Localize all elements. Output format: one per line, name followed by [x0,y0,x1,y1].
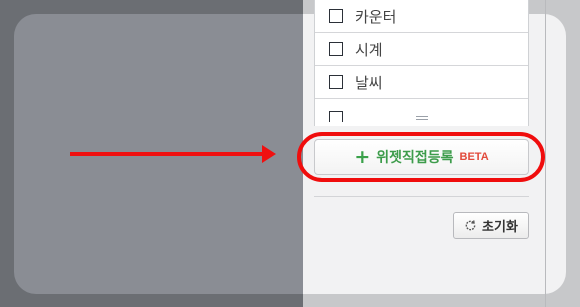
list-resize-handle[interactable] [315,110,528,126]
screenshot-stage: 카운터 시계 날씨 + 위젯직접등록 BETA 초기화 [0,0,580,307]
reset-button[interactable]: 초기화 [453,212,529,239]
widget-label: 카운터 [355,7,397,26]
widget-checkbox[interactable] [329,42,343,56]
widget-checklist: 카운터 시계 날씨 [314,0,529,126]
annotation-highlight-ellipse [297,132,545,182]
section-divider [314,196,529,197]
list-item[interactable]: 카운터 [315,0,528,33]
widget-checkbox[interactable] [329,9,343,23]
panel-edge-divider [545,0,546,307]
widget-label: 시계 [355,40,383,59]
widget-label: 날씨 [355,73,383,92]
reset-label: 초기화 [482,220,518,235]
list-item[interactable]: 날씨 [315,66,528,99]
grip-icon [415,115,428,122]
widget-checkbox[interactable] [329,75,343,89]
annotation-arrow-shaft [70,152,265,156]
list-item[interactable]: 시계 [315,33,528,66]
refresh-icon [465,220,476,231]
annotation-arrow-icon [262,145,276,163]
